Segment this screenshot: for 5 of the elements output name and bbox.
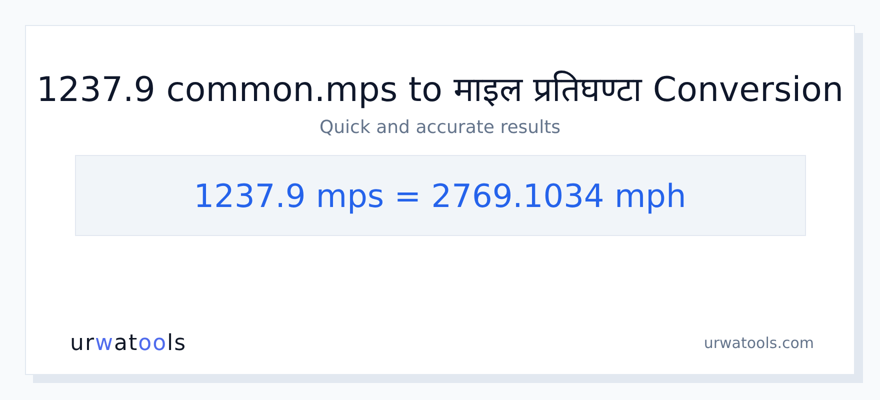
page-title: 1237.9 common.mps to माइल प्रतिघण्टा Conversion bbox=[36, 70, 844, 110]
logo: urwatools bbox=[70, 330, 187, 358]
subtitle: Quick and accurate results bbox=[319, 116, 561, 140]
conversion-result: 1237.9 mps = 2769.1034 mph bbox=[194, 176, 686, 216]
site-url: urwatools.com bbox=[704, 333, 814, 354]
